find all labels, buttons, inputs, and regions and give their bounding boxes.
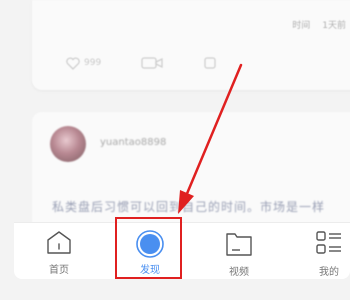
post-actions: 999 xyxy=(66,56,217,70)
app-screen: 时间 1天前 999 yuantao8898 私类盘后习惯可以回到自己的时间。市… xyxy=(0,0,350,300)
avatar[interactable] xyxy=(50,126,86,162)
share-button[interactable] xyxy=(203,56,217,70)
share-icon xyxy=(203,56,217,70)
username[interactable]: yuantao8898 xyxy=(100,137,166,148)
home-icon xyxy=(45,229,73,259)
menu-grid-icon xyxy=(314,229,344,261)
video-icon xyxy=(141,57,163,69)
bottom-tab-bar: 首页 发现 视频 我的 xyxy=(14,222,350,279)
tab-menu[interactable]: 我的 xyxy=(294,223,350,279)
like-button[interactable]: 999 xyxy=(66,56,102,70)
tab-folder-label: 视频 xyxy=(229,267,249,278)
like-count: 999 xyxy=(84,58,102,68)
post-text[interactable]: 私类盘后习惯可以回到自己的时间。市场是一样 xyxy=(52,198,325,215)
tab-folder[interactable]: 视频 xyxy=(204,223,274,279)
time-label: 时间 xyxy=(292,21,311,31)
tab-home-label: 首页 xyxy=(49,265,69,276)
feed-card-top[interactable]: 时间 1天前 999 xyxy=(32,0,350,90)
video-button[interactable] xyxy=(141,57,163,69)
highlight-box xyxy=(115,217,182,279)
tab-home[interactable]: 首页 xyxy=(24,223,94,279)
heart-icon xyxy=(66,56,80,70)
time-ago: 1天前 xyxy=(322,21,346,31)
post-meta: 时间 1天前 xyxy=(292,18,346,31)
tab-menu-label: 我的 xyxy=(319,267,339,278)
folder-icon xyxy=(224,229,254,261)
